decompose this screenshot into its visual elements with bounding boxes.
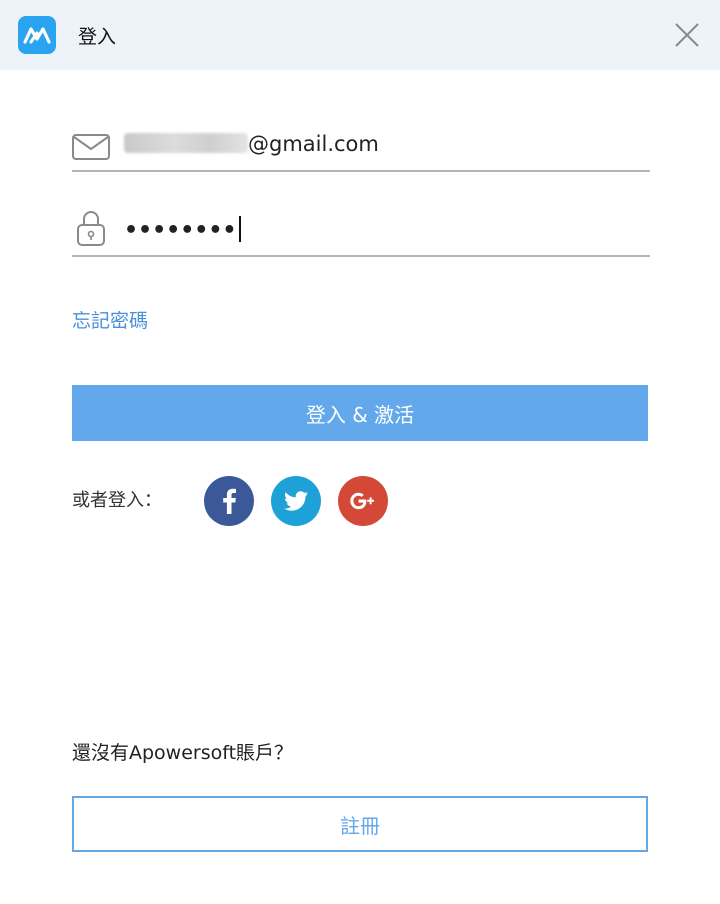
email-domain-text: @gmail.com (248, 132, 379, 156)
title-bar: 登入 (0, 0, 720, 70)
social-login-label: 或者登入： (72, 490, 162, 511)
register-button[interactable]: 註冊 (72, 796, 648, 852)
no-account-text: 還沒有Apowersoft賬戶？ (72, 742, 294, 764)
facebook-icon[interactable] (204, 476, 254, 526)
password-value: •••••••• (124, 218, 237, 243)
login-activate-button[interactable]: 登入 & 激活 (72, 385, 648, 441)
twitter-icon[interactable] (271, 476, 321, 526)
close-icon[interactable] (672, 20, 702, 50)
envelope-icon (72, 134, 110, 164)
lock-icon (76, 209, 106, 251)
password-field[interactable]: •••••••• (72, 205, 650, 257)
email-field[interactable]: @gmail.com (72, 120, 650, 172)
app-logo-icon (18, 16, 56, 54)
google-plus-icon[interactable] (338, 476, 388, 526)
forgot-password-link[interactable]: 忘記密碼 (72, 306, 148, 333)
redacted-email-user (124, 133, 248, 153)
text-caret (238, 216, 241, 242)
window-title: 登入 (78, 26, 117, 48)
